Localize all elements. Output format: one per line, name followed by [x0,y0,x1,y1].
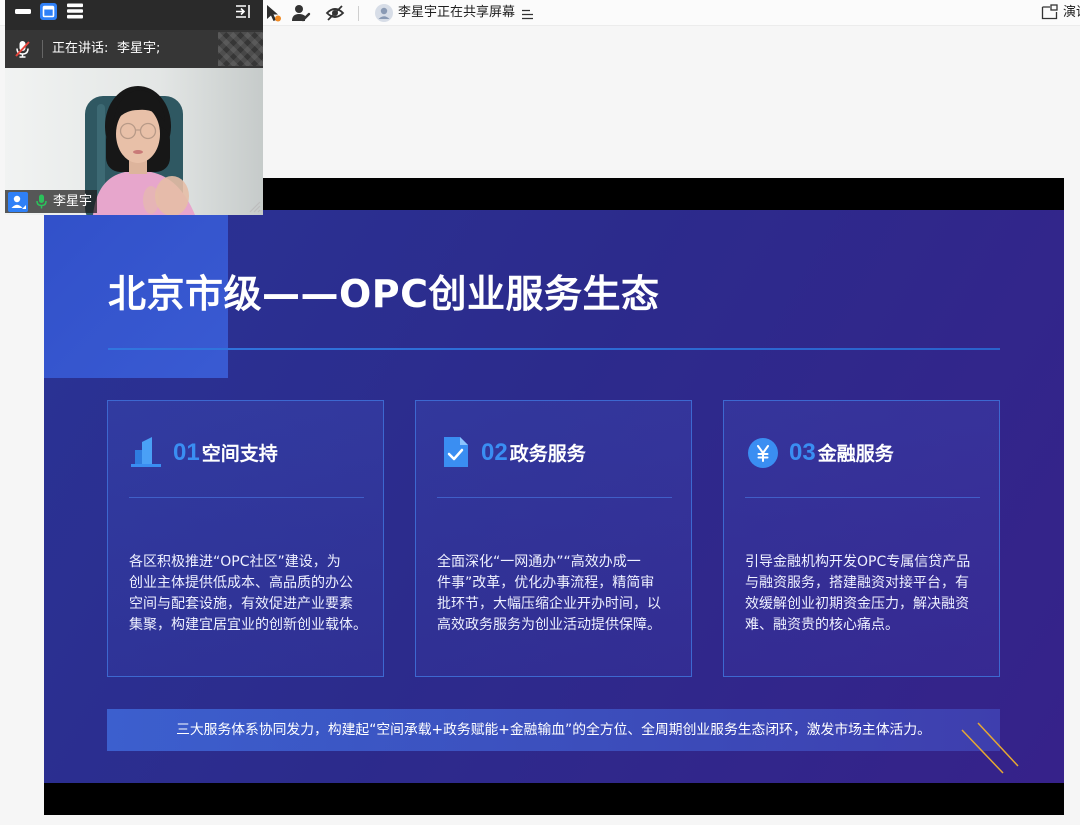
list-view-icon[interactable] [67,3,83,19]
service-card-finance: 03 金融服务 引导金融机构开发OPC专属信贷产品 与融资服务，搭建融资对接平台，… [723,400,1000,677]
description-line: 件事”改革，优化办事流程，精简审 [437,575,655,591]
card-heading: 01 空间支持 [173,438,278,468]
card-divider [745,497,980,498]
description-line: 引导金融机构开发OPC专属信贷产品 [745,554,971,570]
speaking-separator [42,40,43,58]
card-description: 全面深化“一网通办”“高效办成一 件事”改革，优化办事流程，精简审 批环节，大幅… [437,552,661,636]
mic-on-icon [36,194,47,209]
card-description: 各区积极推进“OPC社区”建设，为 创业主体提供低成本、高品质的办公 空间与配套… [129,552,367,636]
view-mode-button[interactable]: 演讲 [1063,4,1080,22]
decorative-pattern [218,32,263,66]
window-icon[interactable] [40,3,57,20]
video-window-header[interactable] [5,0,263,30]
card-heading: 03 金融服务 [789,438,894,468]
description-line: 创业主体提供低成本、高品质的办公 [129,575,353,591]
service-card-space: 01 空间支持 各区积极推进“OPC社区”建设，为 创业主体提供低成本、高品质的办… [107,400,384,677]
description-line: 空间与配套设施，有效促进产业要素 [129,596,353,612]
collapse-panel-icon[interactable] [235,4,253,19]
card-title: 金融服务 [817,443,894,465]
annotate-icon[interactable] [291,3,311,23]
description-line: 批环节，大幅压缩企业开办时间，以 [437,596,661,612]
card-divider [129,497,364,498]
shared-screen-slide: 北京市级——OPC创业服务生态 01 空间支持 各区积极推进“OPC社区”建设，为… [44,178,1064,815]
description-line: 高效政务服务为创业活动提供保障。 [437,617,661,633]
card-divider [437,497,672,498]
description-line: 全面深化“一网通办”“高效办成一 [437,554,641,570]
participant-name: 李星宇 [53,194,93,209]
sharing-menu-icon[interactable] [521,6,534,20]
participant-name-tag: 李星宇 [5,190,97,213]
card-number: 03 [789,439,816,466]
card-description: 引导金融机构开发OPC专属信贷产品 与融资服务，搭建融资对接平台，有 效缓解创业… [745,552,970,636]
avatar-icon [375,4,393,22]
speaking-label: 正在讲话: [52,41,109,56]
card-number: 02 [481,439,508,466]
card-number: 01 [173,439,200,466]
toolbar-separator [358,6,359,21]
card-title: 空间支持 [201,443,278,465]
summary-banner: 三大服务体系协同发力，构建起“空间承载+政务赋能+金融输血”的全方位、全周期创业… [107,709,1000,751]
video-window[interactable]: 正在讲话: 李星宇; 李星宇 [5,0,263,215]
eye-off-icon[interactable] [325,3,345,23]
letterbox-bottom [44,783,1064,815]
decorative-gold-lines [956,718,1026,776]
description-line: 难、融资贵的核心痛点。 [745,617,899,633]
description-line: 与融资服务，搭建融资对接平台，有 [745,575,969,591]
description-line: 效缓解创业初期资金压力，解决融资 [745,596,969,612]
resize-grip-icon[interactable] [248,198,261,213]
description-line: 各区积极推进“OPC社区”建设，为 [129,554,341,570]
slide-title: 北京市级——OPC创业服务生态 [108,272,660,316]
card-heading: 02 政务服务 [481,438,586,468]
document-check-icon [442,437,468,467]
card-title: 政务服务 [509,443,586,465]
speaking-name: 李星宇; [117,41,161,56]
minimize-icon[interactable] [15,9,31,14]
service-card-government: 02 政务服务 全面深化“一网通办”“高效办成一 件事”改革，优化办事流程，精简审… [415,400,692,677]
sharing-status-text: 李星宇正在共享屏幕 [398,5,516,20]
remote-control-icon[interactable] [264,3,282,23]
speaking-indicator-row: 正在讲话: 李星宇; [5,30,263,68]
participant-badge-icon [8,191,28,212]
yen-coin-icon [748,438,778,468]
description-line: 集聚，构建宜居宜业的创新创业载体。 [129,617,367,633]
mic-off-icon[interactable] [14,40,31,58]
title-underline [108,348,1000,350]
building-icon [131,436,161,467]
layout-icon[interactable] [1041,4,1058,20]
